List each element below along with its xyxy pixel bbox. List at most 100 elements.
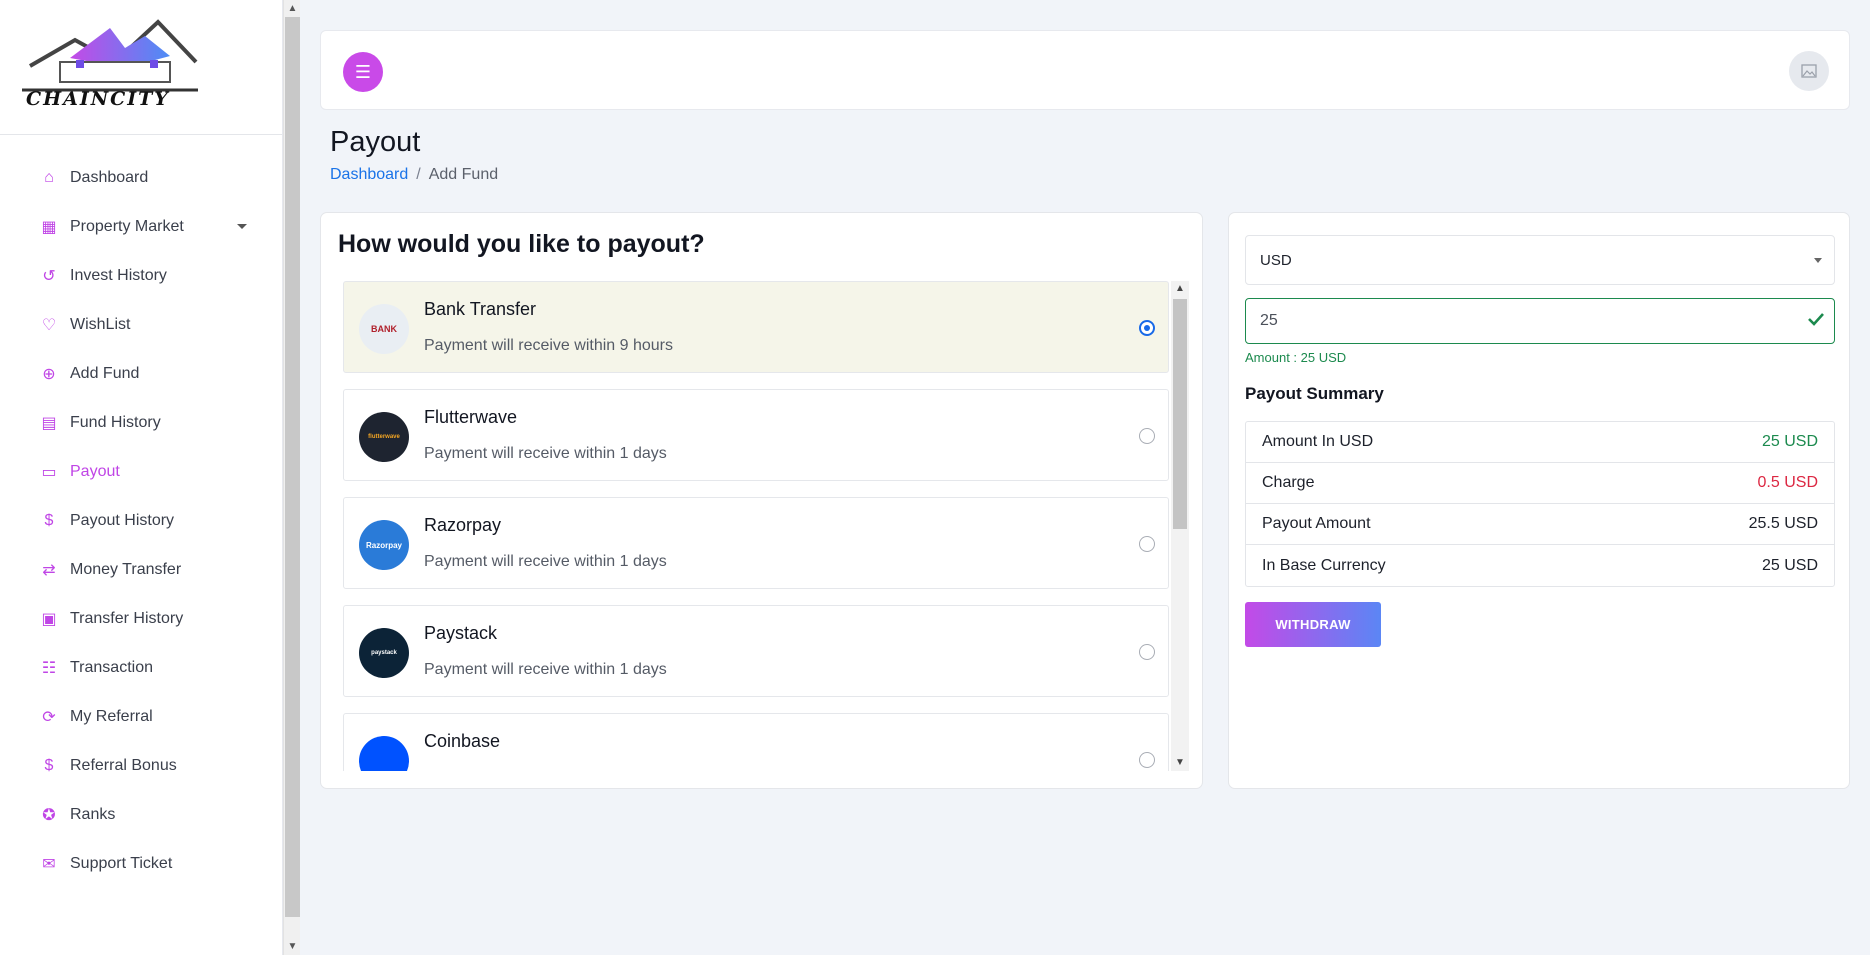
- summary-label: Charge: [1262, 474, 1315, 491]
- summary-row: In Base Currency 25 USD: [1246, 545, 1834, 586]
- amount-hint: Amount : 25 USD: [1245, 350, 1347, 365]
- payout-methods-card: How would you like to payout? BANK Bank T…: [320, 212, 1203, 789]
- sidebar-nav: ⌂ Dashboard ▦ Property Market ↺ Invest Histor…: [0, 135, 282, 888]
- home-icon: ⌂: [44, 168, 54, 186]
- payout-method-list[interactable]: BANK Bank Transfer Payment will receive wi…: [343, 281, 1169, 771]
- scrollbar-thumb[interactable]: [285, 17, 300, 917]
- method-logo: paystack: [359, 628, 409, 678]
- sidebar-item-label: Transfer History: [70, 609, 184, 627]
- summary-label: Payout Amount: [1262, 515, 1371, 532]
- payout-form-card: USD Amount : 25 USD Payout Summary Amoun…: [1228, 212, 1850, 789]
- scroll-down-icon[interactable]: ▼: [284, 938, 301, 955]
- sidebar-item-label: WishList: [70, 315, 131, 333]
- method-name: Flutterwave: [424, 407, 518, 427]
- sidebar-item-referral-bonus[interactable]: $ Referral Bonus: [0, 741, 282, 790]
- method-radio[interactable]: [1139, 536, 1155, 552]
- sidebar-item-property-market[interactable]: ▦ Property Market: [0, 202, 282, 251]
- menu-icon: ☰: [354, 61, 372, 82]
- scroll-up-icon[interactable]: ▲: [284, 0, 301, 17]
- method-logo: [359, 736, 409, 771]
- avatar[interactable]: [1789, 51, 1829, 91]
- currency-select[interactable]: USD: [1245, 235, 1835, 285]
- sidebar-item-label: Payout History: [70, 511, 175, 529]
- caret-down-icon[interactable]: [237, 224, 247, 229]
- chevron-down-icon: [1814, 258, 1822, 263]
- method-list-scrollbar[interactable]: ▲ ▼: [1171, 281, 1189, 771]
- list-scroll-down-icon[interactable]: ▼: [1171, 755, 1189, 771]
- breadcrumb-current: Add Fund: [428, 166, 499, 183]
- page-title: Payout: [330, 126, 421, 158]
- sidebar-item-payout[interactable]: ▭ Payout: [0, 447, 282, 496]
- payout-method-flutterwave[interactable]: flutterwave Flutterwave Payment will recei…: [343, 389, 1169, 481]
- amount-input[interactable]: [1245, 298, 1835, 344]
- breadcrumb-dashboard-link[interactable]: Dashboard: [330, 166, 408, 183]
- payout-summary-table: Amount In USD 25 USD Charge 0.5 USD Payout A…: [1245, 421, 1835, 587]
- page-scrollbar[interactable]: ▲ ▼: [283, 0, 300, 955]
- sidebar-item-label: Invest History: [70, 266, 167, 284]
- sidebar-item-label: Property Market: [70, 217, 184, 235]
- sidebar-item-transfer-history[interactable]: ▣ Transfer History: [0, 594, 282, 643]
- check-icon: [1808, 313, 1824, 326]
- sidebar-item-label: Add Fund: [70, 364, 140, 382]
- sidebar-item-ranks[interactable]: ✪ Ranks: [0, 790, 282, 839]
- method-description: Payment will receive within 1 days: [424, 553, 667, 570]
- sidebar-item-money-transfer[interactable]: ⇄ Money Transfer: [0, 545, 282, 594]
- method-description: Payment will receive within 1 days: [424, 445, 667, 462]
- method-description: Payment will receive within 1 days: [424, 661, 667, 678]
- sidebar-item-add-fund[interactable]: ⊕ Add Fund: [0, 349, 282, 398]
- sidebar-item-label: Referral Bonus: [70, 756, 177, 774]
- sidebar-item-support-ticket[interactable]: ✉ Support Ticket: [0, 839, 282, 888]
- method-logo: Razorpay: [359, 520, 409, 570]
- house-logo-icon: [22, 19, 198, 92]
- refresh-icon: ⟳: [42, 708, 56, 726]
- payout-method-coinbase[interactable]: Coinbase: [343, 713, 1169, 771]
- method-logo: flutterwave: [359, 412, 409, 462]
- card-icon: ▭: [41, 463, 57, 481]
- sidebar-item-label: Money Transfer: [70, 560, 182, 578]
- history-icon: ↺: [42, 267, 56, 285]
- method-description: Payment will receive within 9 hours: [424, 337, 673, 354]
- sidebar-item-my-referral[interactable]: ⟳ My Referral: [0, 692, 282, 741]
- logo-text: CHAINCITY: [26, 88, 170, 110]
- sidebar-item-fund-history[interactable]: ▤ Fund History: [0, 398, 282, 447]
- method-radio[interactable]: [1139, 752, 1155, 768]
- method-radio[interactable]: [1139, 644, 1155, 660]
- property-icon: ▦: [41, 218, 57, 236]
- summary-row: Payout Amount 25.5 USD: [1246, 504, 1834, 545]
- add-fund-icon: ⊕: [42, 365, 56, 383]
- dollar-doc-icon: $: [44, 511, 54, 529]
- breadcrumb: Dashboard / Add Fund: [330, 166, 498, 184]
- summary-value: 25 USD: [1761, 556, 1818, 574]
- menu-toggle-button[interactable]: ☰: [343, 52, 383, 92]
- badge-icon: ✪: [42, 806, 56, 824]
- method-logo: BANK: [359, 304, 409, 354]
- withdraw-button[interactable]: WITHDRAW: [1245, 602, 1381, 647]
- list-scroll-up-icon[interactable]: ▲: [1171, 281, 1189, 297]
- sidebar-item-label: Fund History: [70, 413, 161, 431]
- summary-row: Charge 0.5 USD: [1246, 463, 1834, 504]
- cash-icon: ▣: [41, 610, 57, 628]
- heart-icon: ♡: [41, 316, 57, 334]
- sidebar: CHAINCITY ⌂ Dashboard ▦ Property Market ↺ Inv…: [0, 0, 283, 955]
- sidebar-item-label: Ranks: [70, 805, 116, 823]
- sidebar-item-label: My Referral: [70, 707, 153, 725]
- sidebar-item-payout-history[interactable]: $ Payout History: [0, 496, 282, 545]
- payout-method-paystack[interactable]: paystack Paystack Payment will receive wit…: [343, 605, 1169, 697]
- list-scrollbar-thumb[interactable]: [1173, 299, 1187, 529]
- payout-method-bank-transfer[interactable]: BANK Bank Transfer Payment will receive wi…: [343, 281, 1169, 373]
- sidebar-item-invest-history[interactable]: ↺ Invest History: [0, 251, 282, 300]
- sidebar-item-label: Transaction: [70, 658, 153, 676]
- transfer-icon: ⇄: [42, 561, 56, 579]
- payout-method-razorpay[interactable]: Razorpay Razorpay Payment will receive wit…: [343, 497, 1169, 589]
- logo[interactable]: CHAINCITY: [0, 0, 282, 135]
- top-bar: ☰: [320, 30, 1850, 110]
- summary-value: 25 USD: [1761, 433, 1818, 450]
- currency-select-value: USD: [1260, 251, 1292, 269]
- sidebar-item-wishlist[interactable]: ♡ WishList: [0, 300, 282, 349]
- sidebar-item-dashboard[interactable]: ⌂ Dashboard: [0, 153, 282, 202]
- method-name: Paystack: [424, 623, 498, 643]
- method-radio[interactable]: [1139, 320, 1155, 336]
- method-radio[interactable]: [1139, 428, 1155, 444]
- sidebar-item-transaction[interactable]: ☷ Transaction: [0, 643, 282, 692]
- image-placeholder-icon: [1801, 64, 1817, 78]
